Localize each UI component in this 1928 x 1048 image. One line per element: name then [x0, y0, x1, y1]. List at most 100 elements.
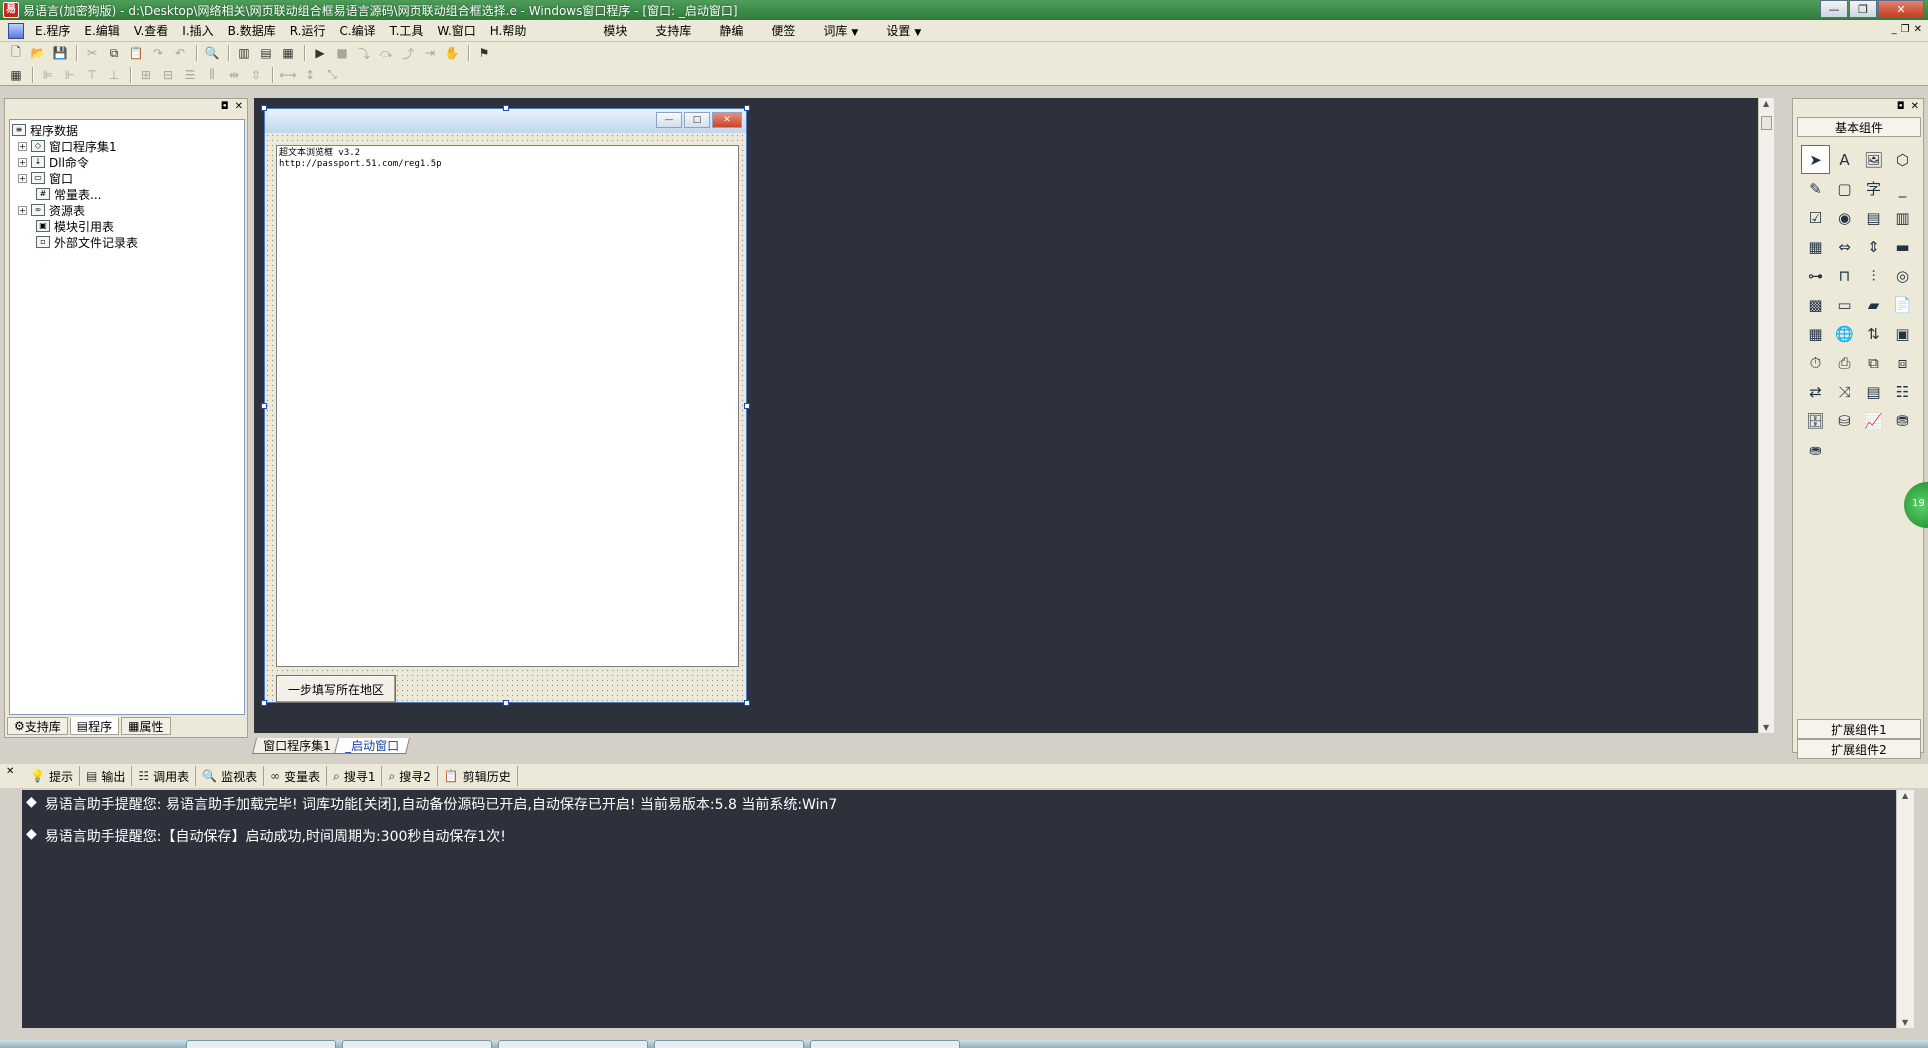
toolbar-icon[interactable]: ☷	[1888, 377, 1917, 406]
align-bottom-icon[interactable]: ⊥	[104, 66, 124, 84]
tab-window-program-set[interactable]: 窗口程序集1	[252, 738, 342, 754]
scroll-up-icon[interactable]: ▲	[1763, 99, 1769, 108]
startup-window-form[interactable]: — □ ✕ 超文本浏览框 v3.2 http://passport.51.com…	[261, 105, 750, 706]
center-horizontal-icon[interactable]: ⊞	[136, 66, 156, 84]
find-icon[interactable]: 🔍	[202, 44, 222, 62]
new-file-icon[interactable]: 🗋	[6, 44, 26, 62]
close-icon[interactable]: ✕	[235, 101, 243, 112]
document-icon[interactable]	[8, 22, 24, 39]
resize-handle[interactable]	[261, 700, 267, 706]
calendar-icon[interactable]: ▩	[1801, 290, 1830, 319]
dde-icon[interactable]: ⤨	[1830, 377, 1859, 406]
align-left-icon[interactable]: ⊫	[38, 66, 58, 84]
image-list-icon[interactable]: ▰	[1859, 290, 1888, 319]
taskbar-item[interactable]	[498, 1040, 648, 1048]
progress-icon[interactable]: ▬	[1888, 232, 1917, 261]
mdi-restore-icon[interactable]: ❐	[1901, 24, 1910, 35]
odbc-provider-icon[interactable]: ⛂	[1801, 435, 1830, 464]
workspace-scrollbar[interactable]: ▲ ▼	[1758, 98, 1774, 733]
menu-database[interactable]: B.数据库	[221, 22, 283, 39]
expand-icon[interactable]: +	[18, 173, 27, 183]
menu-compile[interactable]: C.编译	[332, 22, 382, 39]
step-out-icon[interactable]: ⤴	[398, 44, 418, 62]
menu-tools[interactable]: T.工具	[383, 22, 431, 39]
size-both-icon[interactable]: ⤡	[322, 66, 342, 84]
align-right-icon[interactable]: ⊩	[60, 66, 80, 84]
window-titlebar[interactable]: 易 易语言(加密狗版) - d:\Desktop\网络相关\网页联动组合框易语言…	[0, 0, 1928, 20]
size-height-icon[interactable]: ↕	[300, 66, 320, 84]
resize-handle[interactable]	[261, 403, 267, 409]
window-icon[interactable]: ▤	[1859, 377, 1888, 406]
client-icon[interactable]: ⧉	[1859, 348, 1888, 377]
document-icon[interactable]: 📄	[1888, 290, 1917, 319]
save-icon[interactable]: 💾	[50, 44, 70, 62]
form-maximize-icon[interactable]: □	[684, 112, 710, 128]
status-bar-icon[interactable]: ▭	[1830, 290, 1859, 319]
grid-list-icon[interactable]: ▦	[1801, 232, 1830, 261]
menu-settings[interactable]: 设置 ▼	[872, 22, 935, 39]
paste-icon[interactable]: 📋	[126, 44, 146, 62]
menu-program[interactable]: E.程序	[28, 22, 77, 39]
menu-notes[interactable]: 便签	[757, 22, 809, 39]
expand-icon[interactable]: +	[18, 157, 27, 167]
taskbar-item[interactable]	[654, 1040, 804, 1048]
expand-icon[interactable]: +	[18, 205, 27, 215]
layout-right-icon[interactable]: ▦	[278, 44, 298, 62]
scroll-up-icon[interactable]: ▲	[1902, 791, 1908, 800]
fill-region-button[interactable]: 一步填写所在地区	[276, 675, 396, 703]
step-into-icon[interactable]: ⤵	[354, 44, 374, 62]
form-close-icon[interactable]: ✕	[712, 112, 742, 128]
combobox-icon[interactable]: ▤	[1859, 203, 1888, 232]
minimize-button[interactable]: —	[1820, 0, 1848, 18]
odbc-icon[interactable]: ⛃	[1888, 406, 1917, 435]
scroll-thumb[interactable]	[1761, 116, 1772, 130]
tab-control-icon[interactable]: ⊓	[1830, 261, 1859, 290]
helper-icon[interactable]: ⚑	[474, 44, 494, 62]
same-width-icon[interactable]: ⫼	[202, 66, 222, 84]
tree-item-resources[interactable]: + ∞ 资源表	[12, 202, 244, 218]
taskbar-item[interactable]	[186, 1040, 336, 1048]
tree-item-window-program-set[interactable]: + ◇ 窗口程序集1	[12, 138, 244, 154]
printer-icon[interactable]: ⎙	[1830, 348, 1859, 377]
picture-box-icon[interactable]: 🖼	[1859, 145, 1888, 174]
copy-icon[interactable]: ⧉	[104, 44, 124, 62]
stop-icon[interactable]: ■	[332, 44, 352, 62]
scroll-down-icon[interactable]: ▼	[1763, 723, 1769, 732]
menu-view[interactable]: V.查看	[127, 22, 175, 39]
menu-static-compile[interactable]: 静编	[705, 22, 757, 39]
menu-window[interactable]: W.窗口	[430, 22, 482, 39]
grid-icon[interactable]: ▦	[6, 66, 26, 84]
tree-root[interactable]: ≡ 程序数据	[12, 122, 244, 138]
layout-left-icon[interactable]: ▥	[234, 44, 254, 62]
shape-icon[interactable]: ⬡	[1888, 145, 1917, 174]
tab-search1[interactable]: ⌕ 搜寻1	[327, 766, 383, 786]
mdi-minimize-icon[interactable]: _	[1892, 24, 1897, 35]
updown-icon[interactable]: ⇅	[1859, 319, 1888, 348]
hand-icon[interactable]: ✋	[442, 44, 462, 62]
checkbox-icon[interactable]: ☑	[1801, 203, 1830, 232]
port-icon[interactable]: ⇄	[1801, 377, 1830, 406]
resize-handle[interactable]	[261, 105, 267, 111]
mdi-close-icon[interactable]: ✕	[1914, 24, 1922, 35]
pin-icon[interactable]: ◘	[221, 101, 229, 112]
browser-icon[interactable]: ◎	[1888, 261, 1917, 290]
text-icon[interactable]: 字	[1859, 174, 1888, 203]
listbox-icon[interactable]: ▥	[1888, 203, 1917, 232]
label-icon[interactable]: A	[1830, 145, 1859, 174]
tree-item-windows[interactable]: + ▭ 窗口	[12, 170, 244, 186]
pointer-icon[interactable]: ➤	[1801, 145, 1830, 174]
radio-icon[interactable]: ◉	[1830, 203, 1859, 232]
db-provider-icon[interactable]: ⛁	[1830, 406, 1859, 435]
hscroll-icon[interactable]: ⇔	[1830, 232, 1859, 261]
chart-icon[interactable]: 📈	[1859, 406, 1888, 435]
tree-item-module-refs[interactable]: ▣ 模块引用表	[12, 218, 244, 234]
vscroll-icon[interactable]: ⇕	[1859, 232, 1888, 261]
tab-call-stack[interactable]: ☷ 调用表	[132, 766, 197, 786]
menu-insert[interactable]: I.插入	[175, 22, 220, 39]
form-minimize-icon[interactable]: —	[656, 112, 682, 128]
form-titlebar[interactable]: — □ ✕	[265, 109, 746, 133]
tree-item-dll-commands[interactable]: + ↓ Dll命令	[12, 154, 244, 170]
center-vertical-icon[interactable]: ⊟	[158, 66, 178, 84]
tree-item-constants[interactable]: # 常量表...	[12, 186, 244, 202]
same-height-icon[interactable]: ☰	[180, 66, 200, 84]
